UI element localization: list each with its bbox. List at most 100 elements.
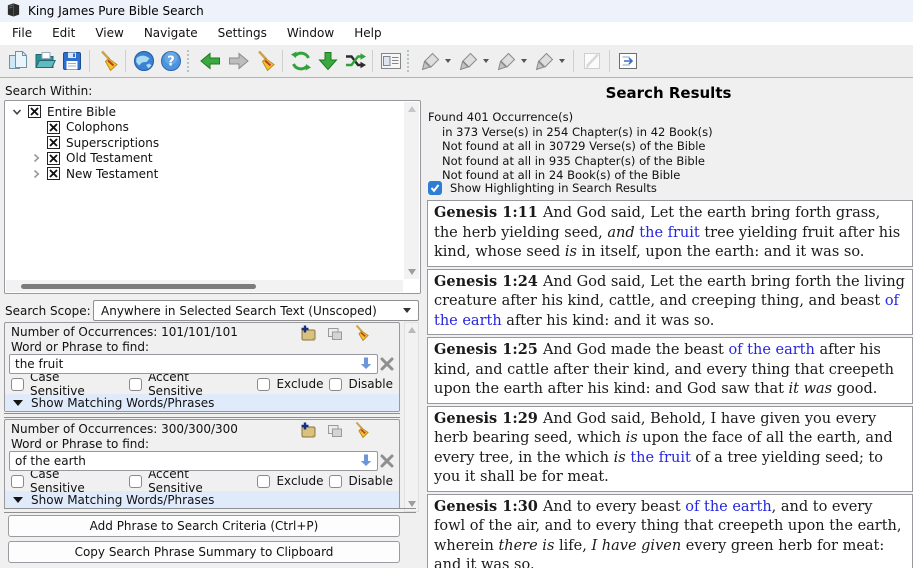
shuffle-icon[interactable] [341,48,368,75]
verse-reference: Genesis 1:24 [434,273,543,290]
go-down-arrow-icon[interactable] [314,48,341,75]
exclude-checkbox[interactable] [257,378,270,391]
highlighter-1-icon[interactable] [417,48,444,75]
phrase-region-scrollbar[interactable] [404,322,419,512]
details-view-icon[interactable] [377,48,404,75]
tree-item-new-testament[interactable]: New Testament [5,166,404,182]
save-icon[interactable] [58,48,85,75]
accent-sensitive-label: Accent Sensitive [148,467,237,495]
add-phrase-note-icon[interactable] [299,324,317,342]
splitter-handle[interactable] [4,413,400,418]
scroll-up-icon[interactable] [408,106,416,112]
verse-reference: Genesis 1:11 [434,204,543,221]
tree-item-label[interactable]: New Testament [66,167,158,181]
summary-line: Not found at all in 935 Chapter(s) of th… [442,154,713,169]
highlighter-3-dropdown-icon[interactable] [521,59,527,63]
checked-checkbox-icon[interactable] [47,152,60,165]
menu-view[interactable]: View [85,23,133,44]
checked-checkbox-icon[interactable] [47,136,60,149]
clear-input-icon[interactable] [379,453,395,469]
case-sensitive-label: Case Sensitive [30,370,109,398]
tree-vertical-scrollbar[interactable] [404,102,419,279]
scroll-down-icon[interactable] [408,501,416,507]
toolbar-drag-handle[interactable] [407,50,412,72]
tree-item-superscriptions[interactable]: Superscriptions [5,135,404,151]
menu-help[interactable]: Help [344,23,391,44]
clear-phrase-broom-icon[interactable] [352,421,370,439]
menu-file[interactable]: File [2,23,42,44]
clear-input-icon[interactable] [379,356,395,372]
phrase-dropdown-icon[interactable] [359,356,373,373]
menu-edit[interactable]: Edit [42,23,85,44]
tree-item-label[interactable]: Superscriptions [66,136,159,150]
show-highlighting-checkbox[interactable] [428,181,442,195]
highlighter-2-icon[interactable] [455,48,482,75]
phrase-input-1[interactable] [9,354,378,374]
chevron-down-icon[interactable] [11,107,22,117]
scroll-down-icon[interactable] [408,269,416,275]
tree-item-old-testament[interactable]: Old Testament [5,151,404,167]
tree-item-colophons[interactable]: Colophons [5,120,404,136]
combo-caret-icon[interactable] [403,308,411,313]
phrase-input-1-field[interactable] [10,357,359,371]
verse-result: Genesis 1:29 And God said, Behold, I hav… [427,406,913,492]
show-highlighting-row[interactable]: Show Highlighting in Search Results [428,181,657,195]
toolbar-drag-handle[interactable] [187,50,192,72]
scrollbar-thumb[interactable] [21,284,256,289]
phrase-input-2[interactable] [9,451,378,471]
accent-sensitive-checkbox[interactable] [129,378,142,391]
checked-checkbox-icon[interactable] [47,121,60,134]
results-list[interactable]: Genesis 1:11 And God said, Let the earth… [427,200,913,568]
forward-arrow-icon[interactable] [224,48,251,75]
show-matching-toggle[interactable]: Show Matching Words/Phrases [5,491,399,508]
summary-line: Found 401 Occurrence(s) [428,110,713,125]
highlighter-3-icon[interactable] [493,48,520,75]
menu-navigate[interactable]: Navigate [134,23,208,44]
highlighter-4-dropdown-icon[interactable] [559,59,565,63]
case-sensitive-checkbox[interactable] [11,475,24,488]
phrase-input-2-field[interactable] [10,454,359,468]
tree-item-label[interactable]: Old Testament [66,151,153,165]
disable-checkbox[interactable] [329,475,342,488]
menu-window[interactable]: Window [277,23,344,44]
tree-horizontal-scrollbar[interactable] [6,280,403,292]
expand-triangle-icon[interactable] [13,497,23,503]
show-matching-toggle[interactable]: Show Matching Words/Phrases [5,394,399,411]
exclude-checkbox[interactable] [257,475,270,488]
clear-phrase-broom-icon[interactable] [352,324,370,342]
globe-icon[interactable] [130,48,157,75]
help-icon[interactable]: ? [157,48,184,75]
highlighter-2-dropdown-icon[interactable] [483,59,489,63]
highlighter-4-icon[interactable] [531,48,558,75]
phrase-dropdown-icon[interactable] [359,453,373,470]
show-panel-icon[interactable] [614,48,641,75]
clear-search-broom-icon[interactable] [94,48,121,75]
verse-result: Genesis 1:11 And God said, Let the earth… [427,200,913,267]
case-sensitive-checkbox[interactable] [11,378,24,391]
clear-broom-icon[interactable] [251,48,278,75]
disable-checkbox[interactable] [329,378,342,391]
expand-triangle-icon[interactable] [13,400,23,406]
open-folder-icon[interactable] [31,48,58,75]
highlighter-1-dropdown-icon[interactable] [445,59,451,63]
menu-settings[interactable]: Settings [208,23,277,44]
tree-item-label[interactable]: Entire Bible [47,105,116,119]
splitter-handle[interactable] [4,508,416,513]
tree-item-entire-bible[interactable]: Entire Bible [5,104,404,120]
show-matching-label: Show Matching Words/Phrases [31,493,214,507]
tree-item-label[interactable]: Colophons [66,120,129,134]
add-phrase-button[interactable]: Add Phrase to Search Criteria (Ctrl+P) [8,515,400,537]
search-scope-combobox[interactable]: Anywhere in Selected Search Text (Unscop… [93,300,419,321]
chevron-right-icon[interactable] [30,169,41,179]
accent-sensitive-checkbox[interactable] [129,475,142,488]
chevron-right-icon[interactable] [30,153,41,163]
copy-summary-button-label: Copy Search Phrase Summary to Clipboard [75,545,334,559]
checked-checkbox-icon[interactable] [28,105,41,118]
checked-checkbox-icon[interactable] [47,167,60,180]
refresh-icon[interactable] [287,48,314,75]
back-arrow-icon[interactable] [197,48,224,75]
add-phrase-note-icon[interactable] [299,421,317,439]
new-document-icon[interactable] [4,48,31,75]
scroll-up-icon[interactable] [408,327,416,333]
copy-summary-button[interactable]: Copy Search Phrase Summary to Clipboard [8,541,400,563]
